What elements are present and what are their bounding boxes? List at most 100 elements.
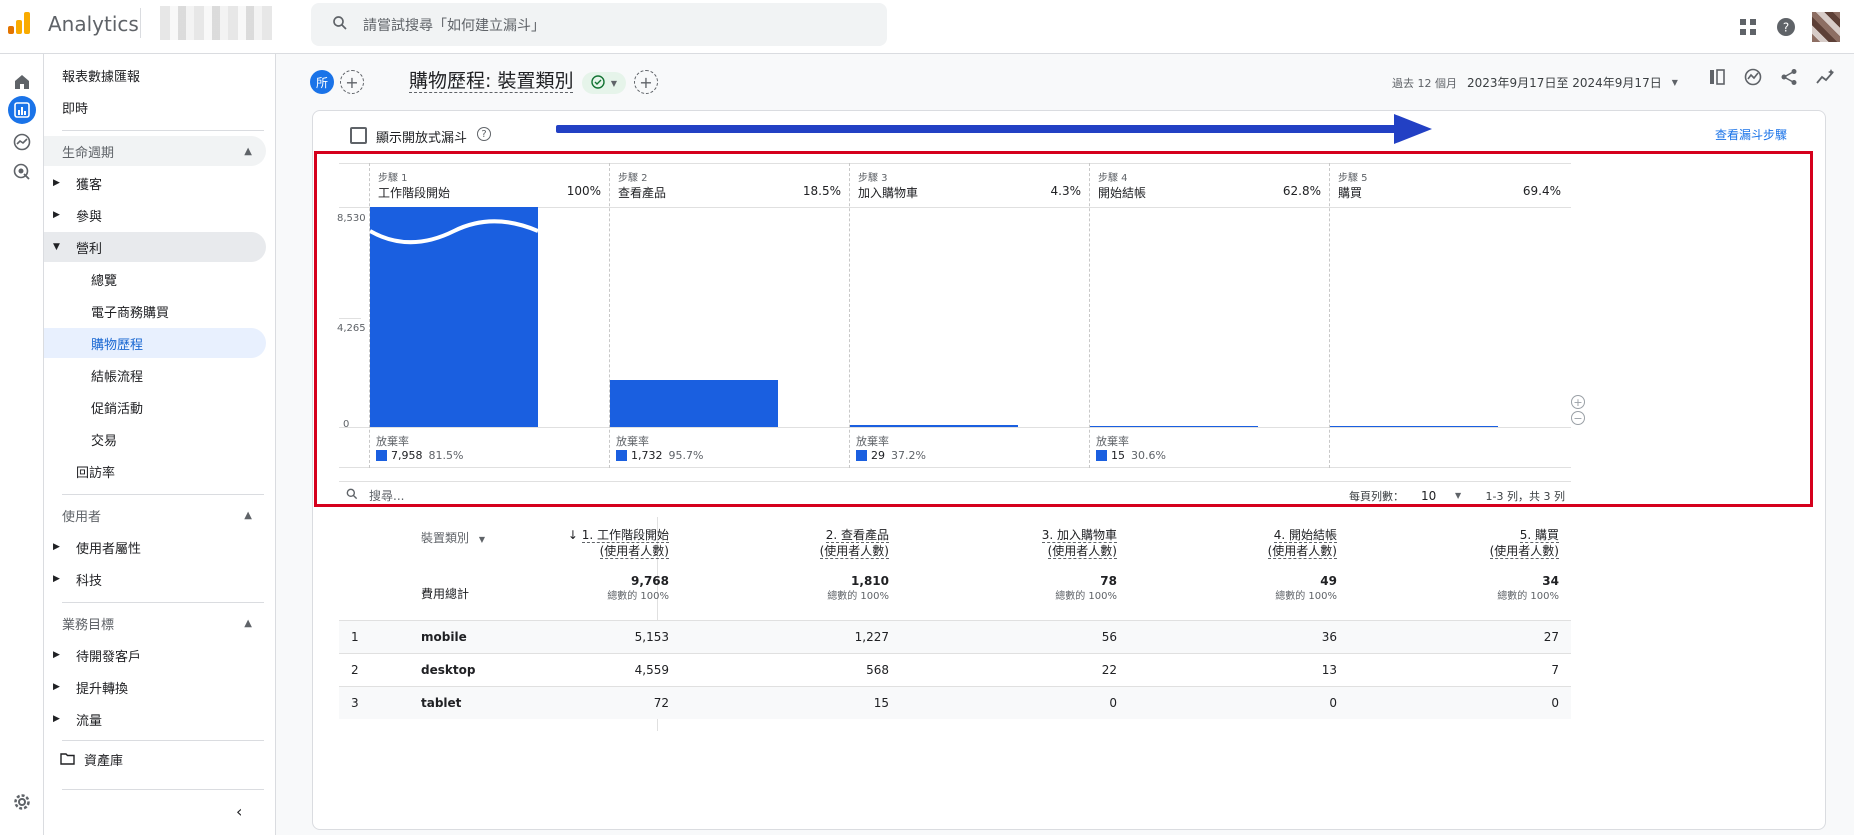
abandon-values: 29 37.2% <box>856 449 926 462</box>
collapse-chevron-left-icon[interactable]: ‹ <box>236 802 242 821</box>
annotation-arrow-head <box>1394 114 1432 144</box>
section-business-objectives[interactable]: 業務目標 ▲ <box>44 608 266 638</box>
table-row[interactable]: 3 tablet 72 15 0 0 0 <box>339 686 1571 719</box>
divider <box>62 494 264 495</box>
add-filter-icon[interactable]: + <box>634 70 658 94</box>
rows-per-page-select[interactable]: 10 <box>1421 489 1436 503</box>
total-sub: 總數的 100% <box>1275 591 1337 602</box>
date-range-picker[interactable]: 過去 12 個月 2023年9月17日至 2024年9月17日 ▼ <box>1392 74 1678 91</box>
nav-conversions[interactable]: ▶ 提升轉換 <box>44 672 266 702</box>
column-subtitle: (使用者人數) <box>568 543 669 559</box>
section-lifecycle[interactable]: 生命週期 ▲ <box>44 136 266 166</box>
nav-label: 即時 <box>62 101 89 117</box>
explore-icon[interactable] <box>8 128 36 156</box>
nav-overview[interactable]: 總覽 <box>44 264 266 294</box>
nav-transactions[interactable]: 交易 <box>44 424 266 454</box>
open-funnel-label: 顯示開放式漏斗 <box>376 131 468 146</box>
abandon-rate: 81.5% <box>428 449 464 462</box>
caret-down-icon[interactable]: ▼ <box>1455 491 1461 500</box>
add-comparison-icon[interactable]: + <box>340 70 364 94</box>
analytics-logo-icon[interactable] <box>8 12 30 34</box>
avatar[interactable] <box>1812 12 1840 42</box>
divider <box>62 130 264 131</box>
help-circle-icon[interactable]: ? <box>477 127 491 141</box>
column-header[interactable]: 4. 開始結帳 (使用者人數) <box>1267 527 1337 559</box>
nav-leads[interactable]: ▶ 待開發客戶 <box>44 640 266 670</box>
advertising-icon[interactable] <box>8 158 36 186</box>
view-funnel-steps-link[interactable]: 查看漏斗步驟 <box>1715 126 1787 143</box>
section-label: 業務目標 <box>62 617 115 633</box>
abandon-count: 7,958 <box>391 449 423 462</box>
nav-ecommerce[interactable]: 電子商務購買 <box>44 296 266 326</box>
funnel-bar[interactable] <box>850 424 1018 427</box>
open-funnel-checkbox[interactable] <box>350 127 367 144</box>
column-title: 5. 購買 <box>1490 527 1559 543</box>
row-value: 568 <box>866 663 889 677</box>
axis-break-wave-path <box>370 219 538 245</box>
home-icon[interactable] <box>8 68 36 96</box>
settings-gear-icon[interactable] <box>8 788 36 816</box>
insights-icon[interactable] <box>1744 68 1762 91</box>
table-row[interactable]: 2 desktop 4,559 568 22 13 7 <box>339 653 1571 686</box>
zoom-out-icon[interactable]: − <box>1571 411 1585 425</box>
funnel-bar[interactable] <box>1330 425 1498 427</box>
column-header[interactable]: 3. 加入購物車 (使用者人數) <box>1041 527 1117 559</box>
reports-icon[interactable] <box>8 96 36 124</box>
nav-purchase-journey[interactable]: 購物歷程 <box>44 328 266 358</box>
nav-label: 科技 <box>76 573 103 589</box>
nav-checkout-journey[interactable]: 結帳流程 <box>44 360 266 390</box>
funnel-step: 步驟 1 工作階段開始 100% 放棄率 7,958 81.5% <box>369 163 609 468</box>
legend-swatch <box>856 450 867 461</box>
compare-columns-icon[interactable] <box>1708 68 1726 91</box>
account-picker[interactable] <box>160 6 272 40</box>
table-row[interactable]: 1 mobile 5,153 1,227 56 36 27 <box>339 620 1571 653</box>
search-bar[interactable]: 請嘗試搜尋「如何建立漏斗」 <box>311 3 887 46</box>
nav-retention[interactable]: 回訪率 <box>44 456 266 486</box>
nav-realtime[interactable]: 即時 <box>44 92 266 122</box>
total-value: 9,768 <box>631 574 669 588</box>
total-cell: 34 總數的 100% <box>1497 573 1559 605</box>
trend-sparkle-icon[interactable] <box>1816 68 1836 91</box>
nav-engagement[interactable]: ▶ 參與 <box>44 200 266 230</box>
help-icon[interactable]: ? <box>1774 15 1798 39</box>
nav-traffic[interactable]: ▶ 流量 <box>44 704 266 734</box>
funnel-bar[interactable] <box>610 380 778 427</box>
zoom-in-icon[interactable]: + <box>1571 395 1585 409</box>
column-header[interactable]: 5. 購買 (使用者人數) <box>1489 527 1559 559</box>
apps-grid-icon[interactable] <box>1736 15 1760 39</box>
nav-label: 參與 <box>76 209 103 225</box>
abandon-rate: 95.7% <box>668 449 704 462</box>
section-user[interactable]: 使用者 ▲ <box>44 500 266 530</box>
nav-tech[interactable]: ▶ 科技 <box>44 564 266 594</box>
dimension-header[interactable]: 裝置類別 ▼ <box>421 529 485 546</box>
nav-promotions[interactable]: 促銷活動 <box>44 392 266 422</box>
table-search-input[interactable]: 搜尋... <box>369 487 404 504</box>
funnel-step: 步驟 5 購買 69.4% <box>1329 163 1569 468</box>
chevron-up-icon: ▲ <box>244 617 252 629</box>
row-value: 13 <box>1321 663 1337 677</box>
column-header[interactable]: ↓ 1. 工作階段開始 (使用者人數) <box>568 527 669 559</box>
nav-monetization[interactable]: ▼ 營利 <box>44 232 266 262</box>
nav-library[interactable]: 資產庫 <box>44 744 266 774</box>
segment-badge[interactable]: 所 <box>310 70 334 94</box>
row-value: 7 <box>1551 663 1559 677</box>
step-name: 工作階段開始 <box>378 186 451 200</box>
row-dimension: desktop <box>421 663 476 677</box>
nav-reports-snapshot[interactable]: 報表數據匯報 <box>44 60 266 90</box>
funnel-bar[interactable] <box>1090 425 1258 427</box>
step-number: 步驟 1 <box>378 173 408 184</box>
nav-acquisition[interactable]: ▶ 獲客 <box>44 168 266 198</box>
column-subtitle-text: (使用者人數) <box>1489 544 1559 559</box>
nav-user-attributes[interactable]: ▶ 使用者屬性 <box>44 532 266 562</box>
y-tick-label: 0 <box>343 419 350 430</box>
abandon-rate: 37.2% <box>891 449 926 462</box>
total-sub: 總數的 100% <box>1055 591 1117 602</box>
step-name: 加入購物車 <box>858 186 919 200</box>
chevron-down-icon: ▼ <box>610 78 618 88</box>
share-icon[interactable] <box>1780 68 1798 91</box>
row-value: 0 <box>1551 696 1559 710</box>
nav-label: 交易 <box>91 433 118 449</box>
status-chip[interactable]: ▼ <box>582 72 626 94</box>
column-header[interactable]: 2. 查看產品 (使用者人數) <box>819 527 889 559</box>
row-value: 0 <box>1109 696 1117 710</box>
